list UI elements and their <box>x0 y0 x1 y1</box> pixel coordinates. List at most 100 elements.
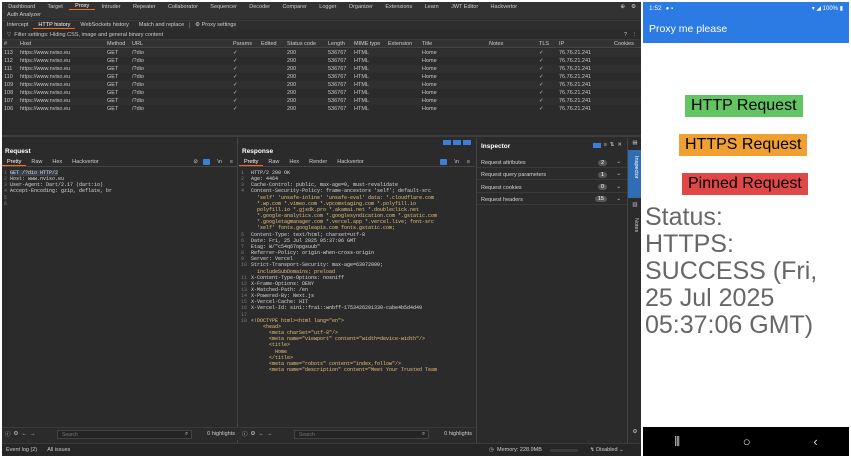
column-header[interactable]: Length <box>328 41 345 47</box>
column-header[interactable]: Title <box>422 41 432 47</box>
menu-icon[interactable]: ≡ <box>230 159 233 165</box>
tab-response-hex[interactable]: Hex <box>284 159 304 165</box>
column-header[interactable]: Params <box>233 41 252 47</box>
top-tab-extensions[interactable]: Extensions <box>379 4 418 10</box>
recents-icon[interactable]: ⦀ <box>674 434 680 450</box>
settings-icon[interactable]: ⚙ <box>628 429 641 435</box>
column-header[interactable]: Notes <box>489 41 503 47</box>
tab-match-and-replace[interactable]: Match and replace <box>134 22 189 28</box>
column-header[interactable]: Extension <box>388 41 412 47</box>
https-request-button[interactable]: HTTPS Request <box>679 134 808 156</box>
close-icon[interactable]: ✕ <box>617 142 622 148</box>
table-row[interactable]: 106 https://www.nviso.eu GET /?dio ✓ 200 53676… <box>2 105 641 114</box>
inspector-layout-icon[interactable] <box>592 143 601 148</box>
top-tab-intruder[interactable]: Intruder <box>95 4 126 10</box>
eye-off-icon[interactable]: ⊘ <box>193 159 198 165</box>
disabled-toggle[interactable]: ↯ Disabled ⌄ <box>590 447 624 453</box>
tab-request-pretty[interactable]: Pretty <box>2 159 27 166</box>
help-circle-icon[interactable]: ⓘ <box>239 430 248 438</box>
inspector-section[interactable]: Request cookies 0 ⌄ <box>477 183 627 193</box>
tab-request-hex[interactable]: Hex <box>47 159 67 165</box>
settings-icon[interactable]: ⚙ <box>631 4 636 10</box>
top-tab-target[interactable]: Target <box>41 4 69 10</box>
back-arrow-icon[interactable]: ← <box>255 431 264 437</box>
inspector-section[interactable]: Request query parameters 1 ⌄ <box>477 170 627 181</box>
filter-bar[interactable]: ▽ Filter settings: Hiding CSS, image and… <box>2 30 641 40</box>
table-row[interactable]: 108 https://www.nviso.eu GET /?dio ✓ 200 53676… <box>2 89 641 98</box>
table-row[interactable]: 112 https://www.nviso.eu GET /?dio ✓ 200 53676… <box>2 57 641 65</box>
column-header[interactable]: IP <box>559 41 564 47</box>
help-icon[interactable]: ? <box>624 32 627 38</box>
more-icon[interactable]: ⋮ <box>632 32 638 38</box>
column-header[interactable]: # <box>4 41 7 47</box>
top-tab-hackvertor[interactable]: Hackvertor <box>484 4 523 10</box>
table-row[interactable]: 109 https://www.nviso.eu GET /?dio ✓ 200 53676… <box>2 81 641 89</box>
top-tab-repeater[interactable]: Repeater <box>127 4 162 10</box>
tab-http-history[interactable]: HTTP history <box>33 22 76 29</box>
side-tab-notes[interactable]: Notes <box>633 218 639 232</box>
newline-icon[interactable]: \n <box>217 159 222 165</box>
top-tab-jwt-editor[interactable]: JWT Editor <box>445 4 484 10</box>
split-divider[interactable] <box>2 135 641 137</box>
request-body[interactable]: 1 GET /?dio HTTP/2 2 Host: www.nviso.eu 3 … <box>4 170 112 207</box>
wrap-toggle-icon[interactable] <box>440 159 447 165</box>
column-header[interactable]: Status code <box>287 41 316 47</box>
menu-icon[interactable]: ≡ <box>467 159 470 165</box>
forward-arrow-icon[interactable]: → <box>264 431 273 437</box>
request-search-input[interactable] <box>57 430 192 439</box>
column-header[interactable]: Cookies <box>614 41 634 47</box>
back-icon[interactable]: ‹ <box>813 434 817 449</box>
tab-request-hackvertor[interactable]: Hackvertor <box>67 159 104 165</box>
back-arrow-icon[interactable]: ← <box>18 431 27 437</box>
tab-response-pretty[interactable]: Pretty <box>239 159 264 166</box>
all-issues-link[interactable]: All issues <box>37 447 70 453</box>
layout-vertical-icon[interactable] <box>463 140 471 145</box>
top-tab-decoder[interactable]: Decoder <box>243 4 276 10</box>
event-log-link[interactable]: Event log (2) <box>2 447 37 453</box>
tab-response-hackvertor[interactable]: Hackvertor <box>332 159 369 165</box>
tab-websockets-history[interactable]: WebSockets history <box>75 22 134 28</box>
column-header[interactable]: Edited <box>261 41 277 47</box>
table-row[interactable]: 113 https://www.nviso.eu GET /?dio ✓ 200 53676… <box>2 49 641 57</box>
chevron-down-icon[interactable]: ⌄ <box>616 196 621 202</box>
help-circle-icon[interactable]: ⓘ <box>2 430 11 438</box>
align-icon[interactable]: ≡ <box>604 142 607 148</box>
table-row[interactable]: 107 https://www.nviso.eu GET /?dio ✓ 200 53676… <box>2 97 641 106</box>
tab-response-raw[interactable]: Raw <box>263 159 284 165</box>
inspector-section[interactable]: Request attributes 2 ⌄ <box>477 158 627 168</box>
column-header[interactable]: Method <box>107 41 125 47</box>
tab-auth-analyzer[interactable]: Auth Analyzer <box>2 12 46 18</box>
top-tab-organizer[interactable]: Organizer <box>343 4 380 10</box>
tab-intercept[interactable]: Intercept <box>2 22 33 28</box>
sort-icon[interactable]: ⇅ <box>610 142 615 148</box>
top-tab-logger[interactable]: Logger <box>313 4 343 10</box>
table-row[interactable]: 111 https://www.nviso.eu GET /?dio ✓ 200 53676… <box>2 65 641 73</box>
notes-icon[interactable]: ▥ <box>628 202 641 210</box>
column-header[interactable]: Host <box>20 41 31 47</box>
side-tab-inspector[interactable]: Inspector <box>628 150 641 198</box>
column-header[interactable]: TLS <box>539 41 549 47</box>
top-tab-sequencer[interactable]: Sequencer <box>204 4 243 10</box>
response-search-input[interactable] <box>294 430 429 439</box>
tab-request-raw[interactable]: Raw <box>26 159 47 165</box>
top-tab-comparer[interactable]: Comparer <box>276 4 313 10</box>
chevron-down-icon[interactable]: ⌄ <box>616 171 621 177</box>
response-body[interactable]: 1 HTTP/2 200 OK 2 Age: 4464 3 Cache-Control: … <box>241 170 473 373</box>
tab-response-render[interactable]: Render <box>304 159 332 165</box>
stack-icon[interactable]: ▤ <box>628 140 641 148</box>
top-tab-collaborator[interactable]: Collaborator <box>162 4 204 10</box>
top-tab-dashboard[interactable]: Dashboard <box>2 4 41 10</box>
forward-arrow-icon[interactable]: → <box>27 431 36 437</box>
column-header[interactable]: URL <box>132 41 143 47</box>
home-icon[interactable]: ○ <box>743 434 751 449</box>
chevron-down-icon[interactable]: ⌄ <box>616 184 621 190</box>
proxy-settings-button[interactable]: ⚙ Proxy settings <box>189 22 241 28</box>
chevron-down-icon[interactable]: ⌄ <box>616 159 621 165</box>
newline-icon[interactable]: \n <box>454 159 459 165</box>
inspector-section[interactable]: Request headers 15 ⌄ <box>477 195 627 205</box>
column-header[interactable]: MIME type <box>354 41 380 47</box>
table-row[interactable]: 110 https://www.nviso.eu GET /?dio ✓ 200 53676… <box>2 73 641 81</box>
http-request-button[interactable]: HTTP Request <box>685 95 803 117</box>
layout-split-icon[interactable] <box>443 140 451 145</box>
pinned-request-button[interactable]: Pinned Request <box>682 173 808 195</box>
